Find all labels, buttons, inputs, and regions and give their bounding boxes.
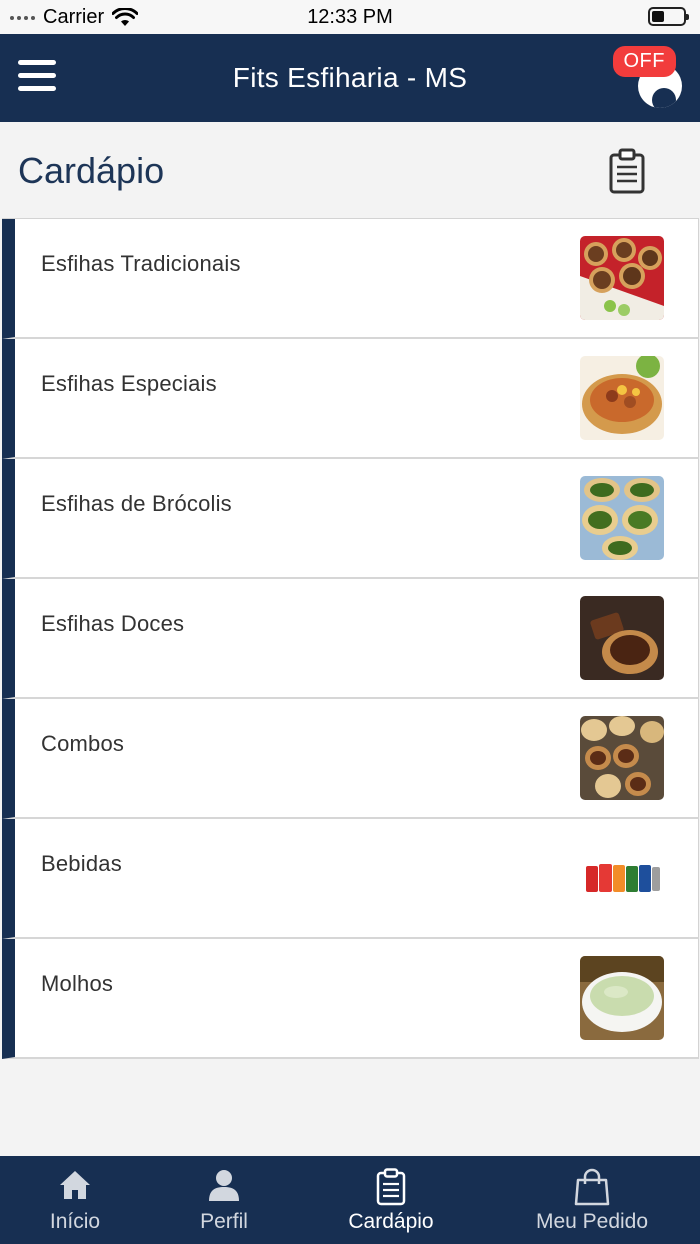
tab-label: Perfil: [200, 1210, 248, 1233]
category-label: Bebidas: [41, 851, 122, 876]
status-time: 12:33 PM: [307, 6, 393, 28]
combo-esfihas-photo: [580, 716, 664, 800]
tab-cardapio[interactable]: Cardápio: [298, 1156, 484, 1244]
category-label: Esfihas Especiais: [41, 371, 217, 396]
home-icon: [60, 1171, 90, 1199]
store-status-toggle[interactable]: OFF: [612, 46, 682, 112]
tab-label: Meu Pedido: [535, 1210, 649, 1233]
tab-label: Início: [49, 1210, 101, 1233]
nav-bar: Fits Esfiharia - MS OFF: [0, 34, 700, 122]
clipboard-icon: [376, 1168, 406, 1206]
status-badge: OFF: [612, 46, 676, 77]
category-item[interactable]: Esfihas Especiais: [2, 339, 699, 459]
clipboard-icon: [609, 148, 645, 194]
category-item[interactable]: Esfihas Tradicionais: [2, 219, 699, 339]
special-esfiha-photo: [580, 356, 664, 440]
page-title: Cardápio: [18, 150, 165, 191]
tab-label: Cardápio: [348, 1210, 434, 1233]
tab-meu-pedido[interactable]: Meu Pedido: [484, 1156, 700, 1244]
tab-bar: Início Perfil Cardápio Meu Pedido: [0, 1156, 700, 1244]
sweet-esfiha-photo: [580, 596, 664, 680]
broccoli-esfihas-photo: [580, 476, 664, 560]
person-icon: [209, 1170, 239, 1201]
category-label: Molhos: [41, 971, 114, 996]
shopping-bag-icon: [574, 1168, 610, 1206]
battery-icon: [648, 7, 689, 26]
category-item[interactable]: Esfihas Doces: [2, 579, 699, 699]
category-label: Esfihas Doces: [41, 611, 185, 636]
status-bar: Carrier 12:33 PM: [0, 0, 700, 34]
tab-inicio[interactable]: Início: [0, 1156, 150, 1244]
category-item[interactable]: Esfihas de Brócolis: [2, 459, 699, 579]
tab-perfil[interactable]: Perfil: [150, 1156, 298, 1244]
category-label: Combos: [41, 731, 125, 756]
section-header: Cardápio: [0, 122, 700, 218]
app-title: Fits Esfiharia - MS: [232, 62, 468, 93]
sauce-bowl-photo: [580, 956, 664, 1040]
category-item[interactable]: Bebidas: [2, 819, 699, 939]
meat-esfihas-photo: [580, 236, 664, 320]
category-item[interactable]: Combos: [2, 699, 699, 819]
order-clipboard-button[interactable]: [608, 148, 646, 194]
category-item[interactable]: Molhos: [2, 939, 699, 1059]
category-label: Esfihas de Brócolis: [41, 491, 232, 516]
category-list: Esfihas Tradicionais Esfihas Especiais E…: [2, 218, 699, 1059]
category-label: Esfihas Tradicionais: [41, 251, 241, 276]
soda-cans-photo: [580, 836, 664, 920]
